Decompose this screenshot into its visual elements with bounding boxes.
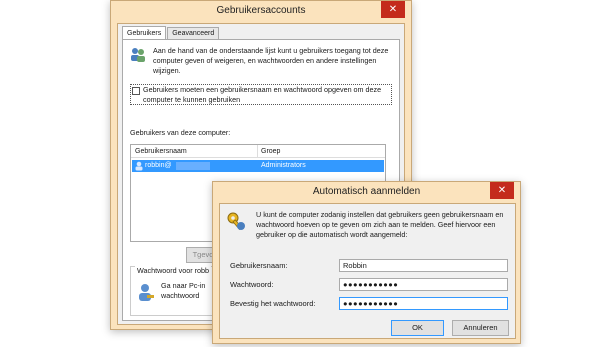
password-label-text: Wachtwoord: (230, 280, 274, 289)
cancel-button[interactable]: Annuleren (452, 320, 509, 336)
username-label-text: Gebruikersnaam: (230, 261, 288, 270)
auto-logon-dialog: Automatisch aanmelden ✕ U kunt de comput… (212, 181, 521, 344)
users-icon (131, 48, 145, 62)
ok-button[interactable]: OK (391, 320, 444, 336)
require-password-checkbox[interactable] (132, 87, 140, 95)
user-icon (135, 161, 143, 171)
password-label: Wachtwoord: (230, 280, 274, 289)
confirm-password-field[interactable]: ●●●●●●●●●●● (339, 297, 508, 310)
close-button[interactable]: ✕ (381, 1, 405, 18)
redaction-blur (176, 162, 210, 170)
dialog-description: U kunt de computer zodanig instellen dat… (256, 210, 504, 239)
table-header: Gebruikersnaam Groep (131, 145, 385, 158)
user-key-icon (139, 284, 154, 301)
dialog-client-area: U kunt de computer zodanig instellen dat… (219, 203, 516, 339)
table-row[interactable]: robbin@ Administrators (132, 160, 384, 172)
close-icon: ✕ (388, 4, 398, 15)
confirm-password-label: Bevestig het wachtwoord: (230, 299, 315, 308)
tab-geavanceerd[interactable]: Geavanceerd (167, 27, 220, 39)
password-group-text-1: Ga naar Pc-in (161, 281, 206, 290)
dialog-title: Automatisch aanmelden (312, 186, 421, 197)
tab-strip: Gebruikers Geavanceerd (122, 26, 220, 40)
require-password-label: Gebruikers moeten een gebruikersnaam en … (143, 85, 382, 104)
password-group-text-2: wachtwoord (161, 291, 200, 300)
password-field[interactable]: ●●●●●●●●●●● (339, 278, 508, 291)
tab-gebruikers[interactable]: Gebruikers (122, 26, 167, 39)
intro-text: Aan de hand van de onderstaande lijst ku… (153, 46, 389, 75)
username-label: Gebruikersnaam: (230, 261, 288, 270)
key-icon (227, 212, 245, 231)
users-section-label: Gebruikers van deze computer: (130, 128, 231, 137)
column-header-username[interactable]: Gebruikersnaam (135, 145, 187, 158)
confirm-password-label-text: Bevestig het wachtwoord: (230, 299, 316, 308)
close-icon: ✕ (497, 185, 507, 196)
password-group-label: Wachtwoord voor robb (135, 266, 212, 276)
username-field[interactable]: Robbin (339, 259, 508, 272)
column-header-group[interactable]: Groep (261, 145, 280, 158)
require-password-row[interactable]: Gebruikers moeten een gebruikersnaam en … (130, 84, 392, 105)
row-username: robbin@ (145, 162, 172, 169)
row-group: Administrators (261, 162, 306, 169)
dialog-close-button[interactable]: ✕ (490, 182, 514, 199)
window-title: Gebruikersaccounts (216, 5, 306, 16)
